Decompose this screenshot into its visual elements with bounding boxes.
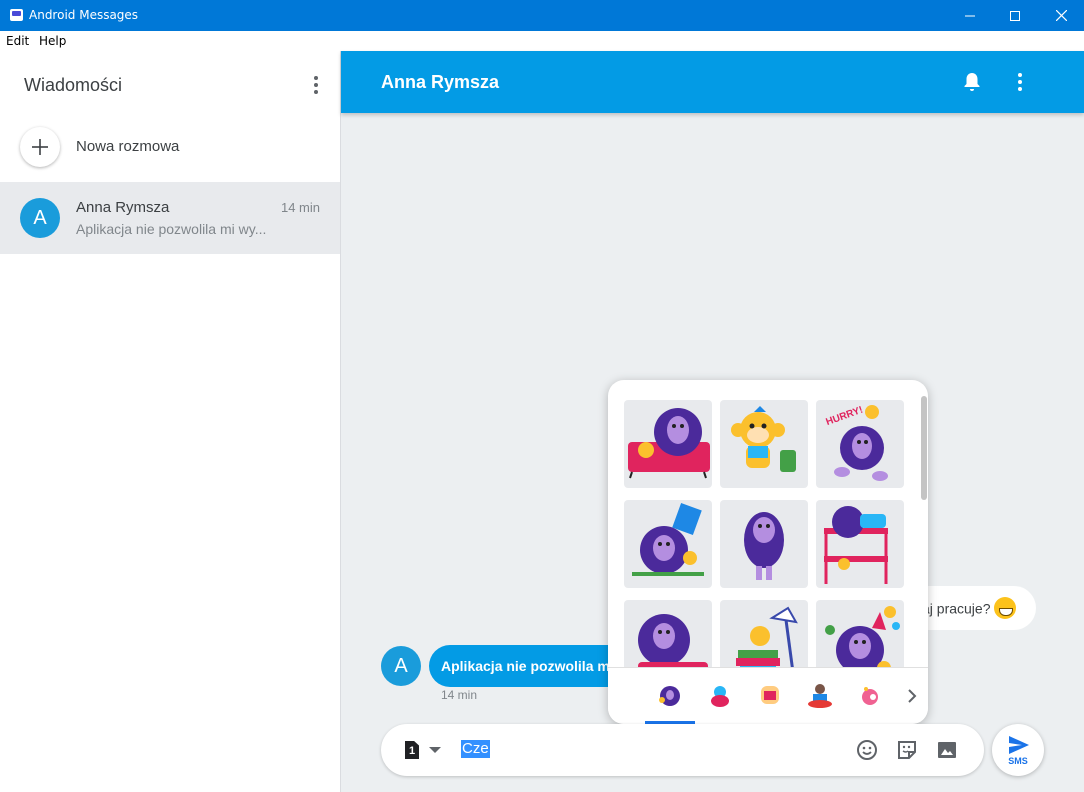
more-vert-icon (314, 76, 318, 94)
sticker-tabs (608, 667, 928, 724)
sticker-monkey-suitcase[interactable] (720, 400, 808, 488)
svg-text:HURRY!: HURRY! (825, 405, 865, 429)
conversation-name: Anna Rymsza (76, 199, 170, 216)
plus-icon (20, 127, 60, 167)
image-button[interactable] (935, 738, 959, 762)
incoming-message[interactable]: Aplikacja nie pozwolila mi (429, 645, 629, 687)
sticker-monster-couch[interactable] (624, 400, 712, 488)
sidebar-menu-button[interactable] (302, 71, 330, 99)
close-button[interactable] (1038, 0, 1084, 31)
person-icon (808, 684, 832, 708)
conversation-snippet: Aplikacja nie pozwolila mi wy... (76, 221, 267, 237)
message-time: 14 min (441, 688, 478, 702)
menu-bar: Edit Help (0, 31, 1084, 51)
menu-edit[interactable]: Edit (6, 34, 29, 48)
monster-icon (659, 686, 680, 706)
sticker-tabs-next-button[interactable] (902, 686, 922, 706)
sim-dropdown-icon[interactable] (429, 747, 441, 753)
send-icon (1009, 736, 1029, 754)
sticker-monkey-lamp[interactable] (720, 600, 808, 667)
minimize-button[interactable] (947, 0, 993, 31)
app-icon (10, 9, 23, 21)
close-icon (1055, 10, 1067, 21)
avatar: A (20, 198, 60, 238)
notifications-button[interactable] (960, 70, 984, 94)
menu-help[interactable]: Help (39, 34, 66, 48)
sticker-grid: HURRY! (608, 380, 928, 667)
toast-icon (761, 686, 779, 704)
sticker-monster-sofa[interactable] (624, 600, 712, 667)
sticker-tab-toast[interactable] (745, 668, 795, 724)
image-icon (938, 742, 956, 758)
compose-bar: 1 Cze (381, 724, 984, 776)
window-title: Android Messages (29, 8, 139, 22)
sticker-scrollbar[interactable] (921, 396, 927, 500)
sticker-icon (898, 741, 916, 759)
header-menu-button[interactable] (1008, 70, 1032, 94)
sticker-monster-standing[interactable] (720, 500, 808, 588)
conversation-time: 14 min (280, 200, 320, 215)
conversation-item[interactable]: A Anna Rymsza 14 min Aplikacja nie pozwo… (0, 182, 340, 254)
emoji-button[interactable] (855, 738, 879, 762)
minimize-icon (965, 15, 975, 16)
send-sms-button[interactable]: SMS (992, 724, 1044, 776)
bird-icon (711, 686, 729, 707)
sticker-monster-cereal[interactable] (624, 500, 712, 588)
sticker-tab-pig[interactable] (845, 668, 895, 724)
sticker-monster-bunkbed[interactable] (816, 500, 904, 588)
window-titlebar: Android Messages (0, 0, 1084, 31)
pig-icon (862, 687, 878, 705)
more-vert-icon (1018, 73, 1022, 91)
message-input[interactable]: Cze (461, 740, 490, 758)
sidebar: Wiadomości Nowa rozmowa A Anna Rymsza 14… (0, 51, 341, 792)
sticker-monster-party[interactable] (816, 600, 904, 667)
sticker-button[interactable] (895, 738, 919, 762)
maximize-icon (1010, 10, 1020, 21)
sidebar-title: Wiadomości (24, 75, 123, 95)
sticker-tab-monster[interactable] (645, 668, 695, 724)
contact-name: Anna Rymsza (381, 72, 500, 92)
send-sms-label: SMS (1008, 756, 1028, 766)
bell-icon (964, 73, 980, 91)
sticker-tab-person[interactable] (795, 668, 845, 724)
sticker-tab-bird[interactable] (695, 668, 745, 724)
new-conversation-button[interactable]: Nowa rozmowa (0, 125, 340, 171)
maximize-button[interactable] (992, 0, 1038, 31)
sticker-monster-hurry[interactable]: HURRY! (816, 400, 904, 488)
chat-header: Anna Rymsza (341, 51, 1084, 113)
sticker-panel: HURRY! (608, 380, 928, 724)
grinning-emoji-icon (993, 597, 1016, 619)
chevron-right-icon (908, 689, 917, 703)
sim-icon[interactable]: 1 (405, 741, 419, 759)
avatar: A (381, 646, 421, 686)
outgoing-message-text: aj pracuje? (922, 600, 991, 617)
new-conversation-label: Nowa rozmowa (76, 138, 180, 155)
emoji-icon (857, 740, 877, 760)
